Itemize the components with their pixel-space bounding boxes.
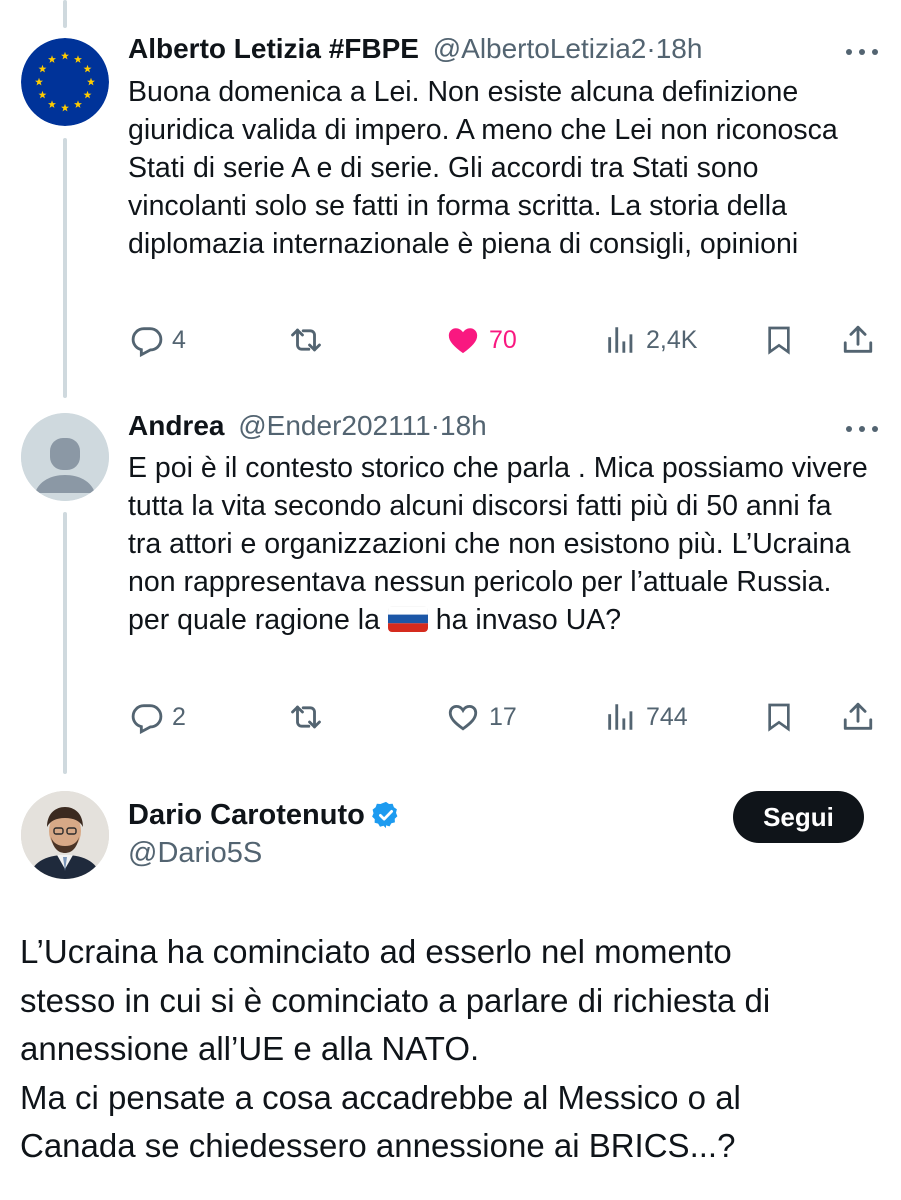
follow-button[interactable]: Segui bbox=[733, 791, 864, 843]
bookmark-icon bbox=[768, 326, 790, 355]
bookmark-icon bbox=[768, 703, 790, 732]
default-avatar-icon bbox=[21, 413, 109, 501]
author-handle[interactable]: @Ender202111 bbox=[238, 410, 430, 441]
retweet-icon bbox=[291, 705, 321, 729]
heart-outline-icon bbox=[448, 704, 478, 731]
more-options-icon[interactable] bbox=[846, 47, 880, 57]
author-handle[interactable]: @AlbertoLetizia2 bbox=[433, 33, 647, 64]
retweet-button[interactable] bbox=[288, 320, 324, 360]
separator-dot: · bbox=[430, 410, 440, 441]
bookmark-button[interactable] bbox=[763, 697, 795, 737]
bookmark-button[interactable] bbox=[763, 320, 795, 360]
author-name[interactable]: Alberto Letizia #FBPE bbox=[128, 33, 419, 64]
share-button[interactable] bbox=[841, 320, 875, 360]
reply-button[interactable]: 4 bbox=[130, 320, 186, 360]
text-line: Canada se chiedessero annessione ai BRIC… bbox=[20, 1127, 736, 1164]
tweet-time[interactable]: 18h bbox=[440, 410, 487, 441]
like-button[interactable]: 70 bbox=[445, 320, 517, 360]
views-button[interactable]: 744 bbox=[604, 697, 688, 737]
reply-icon bbox=[131, 327, 163, 357]
eu-flag-icon bbox=[21, 38, 109, 126]
russia-flag-icon bbox=[387, 606, 428, 632]
main-tweet-text: L’Ucraina ha cominciato ad esserlo nel m… bbox=[20, 928, 880, 1171]
text-line: Ma ci pensate a cosa accadrebbe al Messi… bbox=[20, 1078, 741, 1116]
reply-count: 4 bbox=[172, 325, 186, 354]
views-chart-icon bbox=[608, 327, 633, 353]
text-line: stesso in cui si è cominciato a parlare … bbox=[20, 981, 771, 1019]
reply-button[interactable]: 2 bbox=[130, 697, 186, 737]
text-line: L’Ucraina ha cominciato ad esserlo nel m… bbox=[20, 933, 732, 970]
tweet-text-end: ha invaso UA? bbox=[435, 604, 622, 636]
reply-count: 2 bbox=[172, 702, 186, 731]
views-count: 744 bbox=[646, 702, 688, 731]
tweet-text: E poi è il contesto storico che parla . … bbox=[128, 449, 868, 639]
verified-badge-icon bbox=[371, 801, 398, 829]
avatar[interactable] bbox=[21, 791, 109, 879]
avatar[interactable] bbox=[21, 413, 109, 501]
more-options-icon[interactable] bbox=[846, 424, 880, 434]
tweet-header: Andrea @Ender202111·18h bbox=[128, 409, 487, 443]
profile-photo-icon bbox=[21, 791, 109, 879]
thread-connector-line bbox=[63, 512, 67, 774]
author-name-row: Dario Carotenuto bbox=[128, 797, 401, 833]
tweet-header: Alberto Letizia #FBPE @AlbertoLetizia2·1… bbox=[128, 32, 702, 66]
thread-connector-line bbox=[63, 138, 67, 398]
like-button[interactable]: 17 bbox=[445, 697, 517, 737]
retweet-icon bbox=[291, 328, 321, 352]
text-line: annessione all’UE e alla NATO. bbox=[20, 1030, 480, 1067]
views-button[interactable]: 2,4K bbox=[604, 320, 697, 360]
share-icon bbox=[843, 702, 873, 730]
share-icon bbox=[843, 325, 873, 353]
author-name[interactable]: Dario Carotenuto bbox=[128, 797, 365, 833]
tweet-text: Buona domenica a Lei. Non esiste alcuna … bbox=[128, 76, 838, 260]
views-count: 2,4K bbox=[646, 325, 698, 354]
views-chart-icon bbox=[608, 704, 633, 730]
retweet-button[interactable] bbox=[288, 697, 324, 737]
author-name[interactable]: Andrea bbox=[128, 410, 224, 441]
tweet-time[interactable]: 18h bbox=[656, 33, 703, 64]
thread-connector-line bbox=[63, 0, 67, 28]
avatar[interactable] bbox=[21, 38, 109, 126]
author-handle[interactable]: @Dario5S bbox=[128, 835, 262, 871]
separator-dot: · bbox=[646, 33, 656, 64]
like-count: 17 bbox=[489, 702, 517, 731]
reply-icon bbox=[131, 704, 163, 734]
share-button[interactable] bbox=[841, 697, 875, 737]
heart-filled-icon bbox=[448, 328, 478, 354]
like-count: 70 bbox=[489, 325, 517, 354]
